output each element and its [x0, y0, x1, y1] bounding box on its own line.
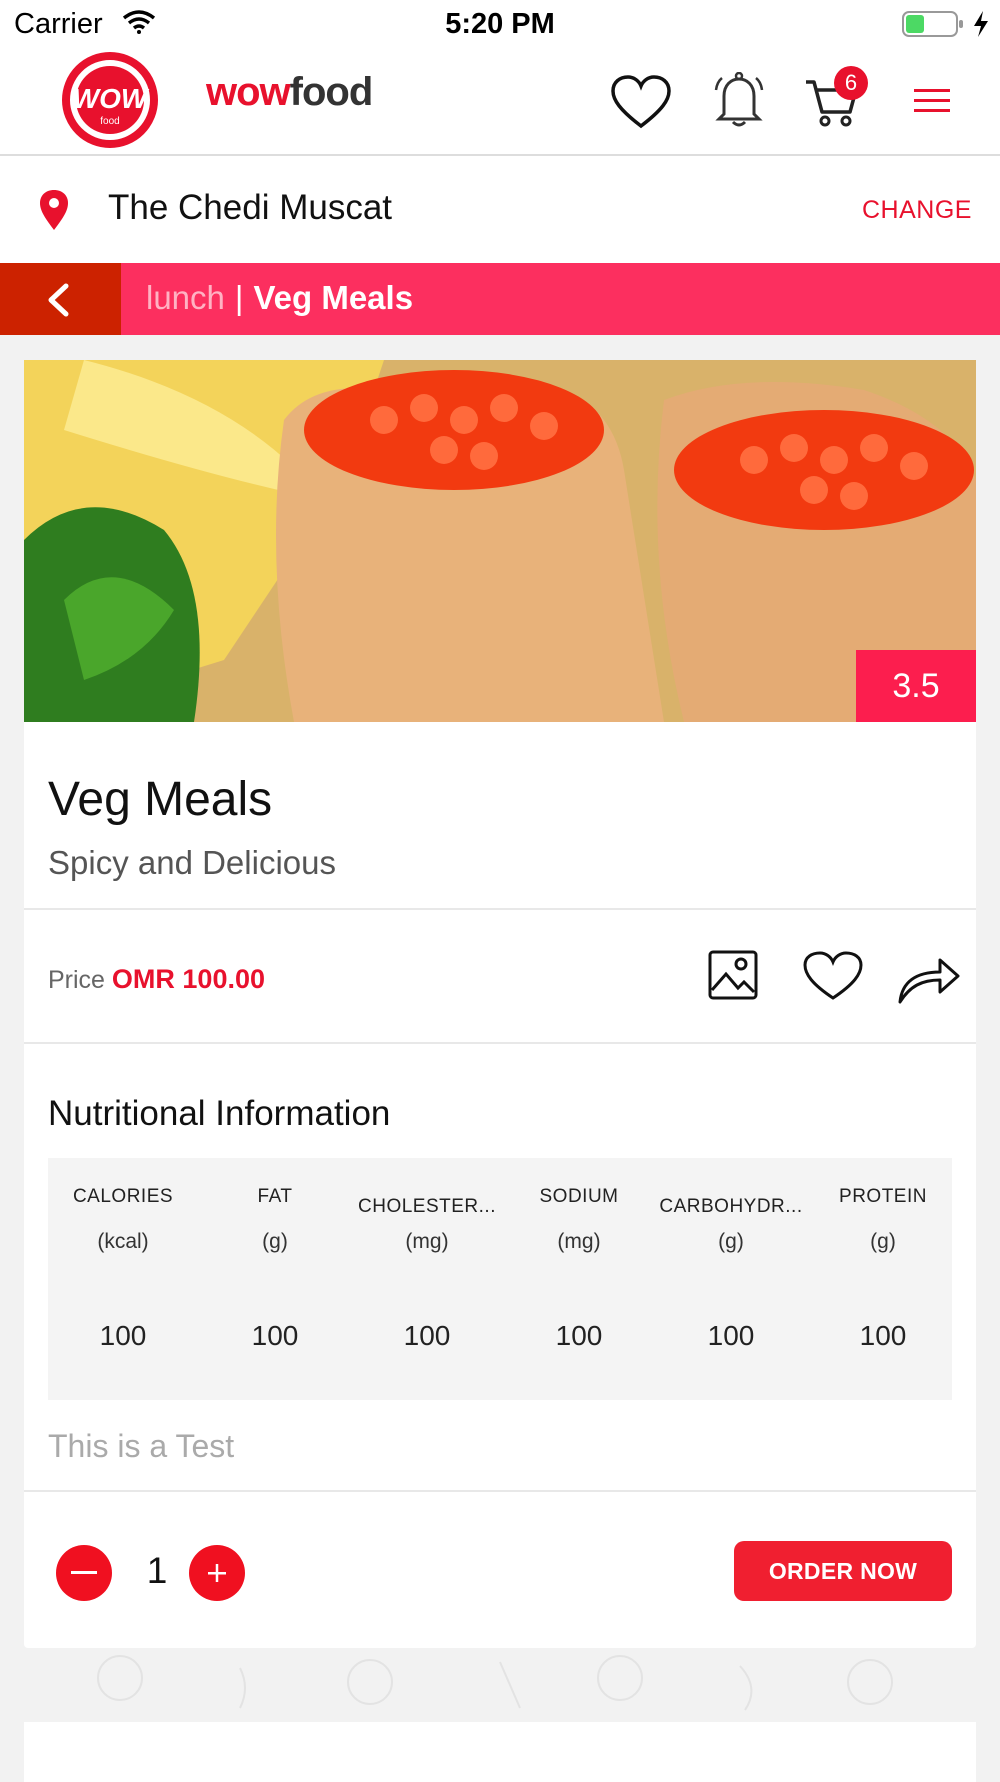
- nutrition-unit: (g): [870, 1230, 896, 1253]
- nutrition-name: PROTEIN: [839, 1186, 927, 1207]
- nutrition-value: 100: [555, 1320, 603, 1351]
- clock: 5:20 PM: [445, 8, 555, 40]
- nutrition-unit: (mg): [557, 1230, 601, 1253]
- price-value: OMR 100.00: [111, 964, 265, 994]
- status-bar: Carrier 5:20 PM: [0, 0, 1000, 48]
- quantity-decrease-button[interactable]: [56, 1545, 112, 1601]
- product-image[interactable]: 3.5: [24, 360, 976, 722]
- breadcrumb-parent[interactable]: lunch: [146, 279, 225, 316]
- product-card: 3.5 Veg Meals Spicy and Delicious Price …: [24, 360, 976, 1648]
- favorite-icon[interactable]: [802, 950, 864, 1002]
- breadcrumb-separator: |: [234, 279, 244, 316]
- divider: [24, 1490, 976, 1492]
- back-button[interactable]: [0, 263, 121, 335]
- nutrition-unit: (kcal): [97, 1230, 149, 1253]
- app-header: WOW food wowfood 6: [0, 48, 1000, 156]
- location-bar: The Chedi Muscat CHANGE: [0, 156, 1000, 263]
- wowfood-logo[interactable]: WOW food: [58, 48, 162, 150]
- plus-icon: [208, 1564, 226, 1582]
- nutrition-name: FAT: [257, 1186, 293, 1207]
- brand-wordmark: wowfood: [206, 70, 374, 115]
- nutrition-name: CARBOHYDR...: [659, 1196, 803, 1217]
- divider: [24, 908, 976, 910]
- battery-icon: [902, 11, 963, 37]
- chevron-left-icon: [48, 283, 69, 317]
- item-title: Veg Meals: [48, 773, 273, 826]
- nutrition-unit: (mg): [405, 1230, 449, 1253]
- item-subtitle: Spicy and Delicious: [48, 844, 336, 881]
- quantity-value: 1: [146, 1550, 168, 1591]
- menu-icon[interactable]: [912, 86, 952, 116]
- nutrition-unit: (g): [718, 1230, 744, 1253]
- nutrition-name: CALORIES: [72, 1186, 174, 1207]
- nutrition-table: CALORIES (kcal) 100 FAT (g) 100 CHOLESTE…: [48, 1158, 952, 1400]
- nutrition-value: 100: [707, 1320, 755, 1351]
- breadcrumb-bar: lunch | Veg Meals: [0, 263, 1000, 335]
- change-location-button[interactable]: CHANGE: [862, 196, 972, 225]
- price-row: Price OMR 100.00: [48, 964, 265, 995]
- svg-text:food: food: [100, 116, 119, 127]
- order-now-button[interactable]: ORDER NOW: [734, 1541, 952, 1601]
- divider: [24, 1042, 976, 1044]
- nutrition-name: SODIUM: [539, 1186, 619, 1207]
- svg-text:WOW: WOW: [73, 83, 150, 114]
- share-icon[interactable]: [896, 952, 960, 1004]
- next-card: [24, 1722, 976, 1782]
- background-pattern: [97, 1655, 893, 1711]
- nutrition-name: CHOLESTER...: [358, 1196, 496, 1217]
- location-name: The Chedi Muscat: [108, 188, 393, 227]
- heart-icon[interactable]: [610, 74, 672, 130]
- breadcrumb: lunch | Veg Meals: [146, 279, 413, 317]
- location-pin-icon: [40, 190, 68, 230]
- nutrition-unit: (g): [262, 1230, 288, 1253]
- nutrition-value: 100: [403, 1320, 451, 1351]
- nutrition-value: 100: [99, 1320, 147, 1351]
- quantity-increase-button[interactable]: [189, 1545, 245, 1601]
- cart-count-badge: 6: [834, 66, 868, 100]
- brand-wow: wow: [206, 70, 291, 114]
- nutrition-value: 100: [859, 1320, 907, 1351]
- nutrition-title: Nutritional Information: [48, 1094, 391, 1133]
- gallery-icon[interactable]: [708, 950, 758, 1000]
- brand-food: food: [289, 70, 374, 114]
- item-note: This is a Test: [48, 1428, 235, 1464]
- food-photo: [24, 360, 976, 722]
- nutrition-value: 100: [251, 1320, 299, 1351]
- rating-badge: 3.5: [856, 650, 976, 722]
- breadcrumb-current: Veg Meals: [253, 279, 414, 316]
- bell-icon[interactable]: [714, 72, 764, 128]
- price-label: Price: [48, 966, 105, 994]
- minus-icon: [71, 1571, 97, 1574]
- charging-bolt-icon: [974, 11, 988, 37]
